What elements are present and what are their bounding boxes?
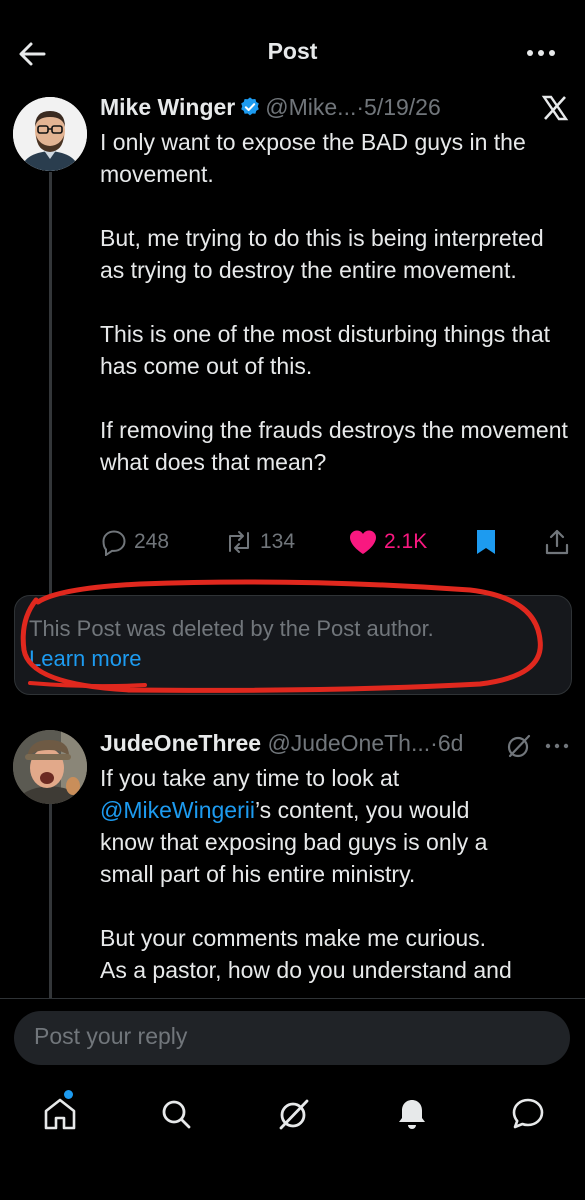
like-button[interactable]: 2.1K <box>348 525 427 559</box>
notification-dot <box>64 1090 73 1099</box>
reply-button[interactable]: 248 <box>100 525 169 559</box>
post-date[interactable]: 5/19/26 <box>364 94 441 120</box>
mention-link[interactable]: @MikeWingerii <box>100 797 255 823</box>
reply-time[interactable]: 6d <box>438 730 464 756</box>
chat-icon[interactable] <box>508 1094 548 1134</box>
avatar[interactable] <box>13 97 87 171</box>
deleted-post-notice: This Post was deleted by the Post author… <box>14 595 572 695</box>
post-paragraph: If removing the frauds destroys the move… <box>100 417 568 475</box>
separator: · <box>356 94 365 120</box>
post-paragraph: But, me trying to do this is being inter… <box>100 225 544 283</box>
reply-line: If you take any time to look at <box>100 765 400 791</box>
bottom-tab-bar <box>0 1080 585 1150</box>
reply-line: know that exposing bad guys is only a <box>100 829 488 855</box>
page-title: Post <box>267 38 318 64</box>
post-actions: 248 134 2.1K <box>100 525 575 559</box>
avatar[interactable] <box>13 730 87 804</box>
grok-icon[interactable] <box>274 1094 314 1134</box>
share-icon[interactable] <box>543 528 571 556</box>
top-bar: Post <box>0 0 585 100</box>
more-icon[interactable] <box>525 40 557 66</box>
reply-input[interactable] <box>32 1022 536 1051</box>
reply-body: If you take any time to look at @MikeWin… <box>100 762 570 998</box>
author-handle[interactable]: @Mike... <box>265 94 356 120</box>
more-icon[interactable] <box>545 740 569 752</box>
author-handle[interactable]: @JudeOneTh... <box>267 730 430 756</box>
reply-icon <box>102 530 126 556</box>
deleted-message: This Post was deleted by the Post author… <box>29 616 434 641</box>
reply-composer[interactable] <box>14 1011 570 1065</box>
repost-button[interactable]: 134 <box>224 525 295 559</box>
repost-count: 134 <box>260 530 296 553</box>
learn-more-link[interactable]: Learn more <box>29 646 142 672</box>
post-paragraph: I only want to expose the BAD guys in th… <box>100 129 526 187</box>
reply-count: 248 <box>134 530 170 553</box>
reply-line-text: ’s content, you would <box>254 797 470 823</box>
thread-line <box>49 800 52 998</box>
reply-header: JudeOneThree @JudeOneTh...·6d <box>100 730 463 757</box>
post-body: I only want to expose the BAD guys in th… <box>100 126 570 510</box>
reply-line: But your comments make me curious. <box>100 925 487 951</box>
search-icon[interactable] <box>156 1094 196 1134</box>
home-icon[interactable] <box>40 1094 80 1134</box>
author-name[interactable]: JudeOneThree <box>100 730 261 756</box>
reply-line: As a pastor, how do you understand and <box>100 957 512 983</box>
post-header: Mike Winger @Mike...·5/19/26 <box>100 94 441 121</box>
verified-icon <box>241 97 260 116</box>
post-paragraph: This is one of the most disturbing thing… <box>100 321 551 379</box>
reply-line: small part of his entire ministry. <box>100 861 416 887</box>
thread-line <box>49 172 52 597</box>
grok-icon[interactable] <box>506 733 532 759</box>
x-logo-icon <box>541 95 569 121</box>
heart-icon <box>350 530 376 554</box>
author-name[interactable]: Mike Winger <box>100 94 235 120</box>
separator: · <box>430 730 438 756</box>
divider <box>0 998 585 999</box>
bookmark-icon[interactable] <box>474 528 498 556</box>
like-count: 2.1K <box>384 530 428 553</box>
reply-line: @MikeWingerii’s content, you would <box>100 794 570 826</box>
repost-icon <box>229 531 249 553</box>
bell-icon[interactable] <box>392 1094 432 1134</box>
